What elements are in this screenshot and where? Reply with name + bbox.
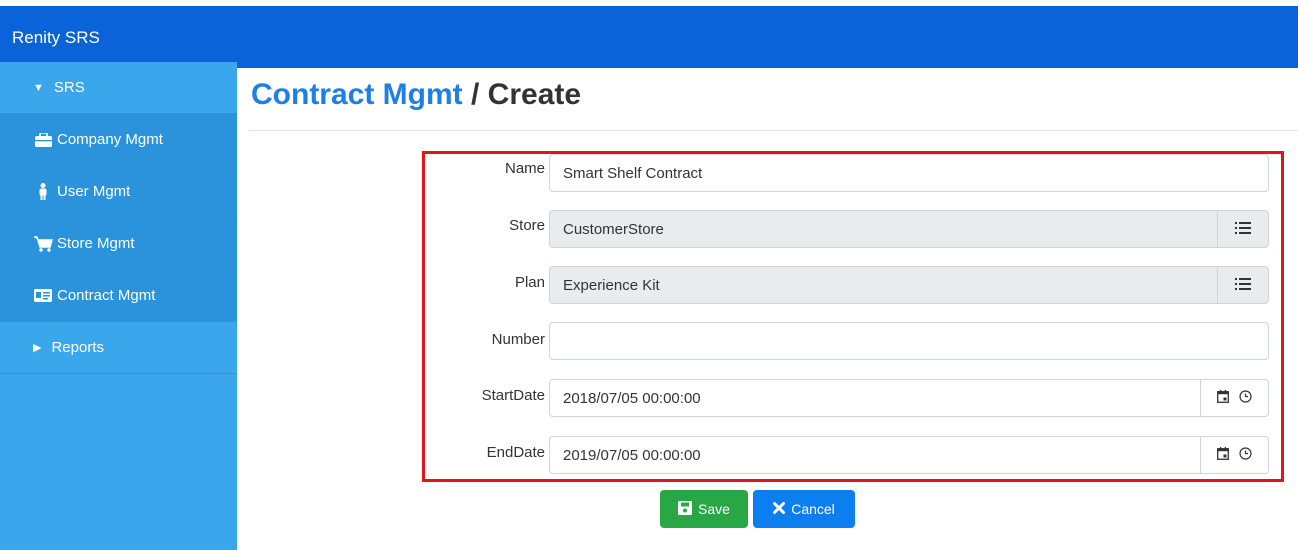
title-divider — [249, 130, 1298, 131]
sidebar-item-store-mgmt[interactable]: Store Mgmt — [0, 218, 237, 270]
calendar-icon[interactable] — [1217, 446, 1229, 464]
calendar-icon[interactable] — [1217, 389, 1229, 407]
sidebar-item-company-mgmt[interactable]: Company Mgmt — [0, 114, 237, 166]
breadcrumb-separator: / — [462, 78, 488, 111]
sidebar-item-label: User Mgmt — [57, 183, 131, 200]
store-value: CustomerStore — [563, 220, 664, 238]
enddate-field[interactable]: 2019/07/05 00:00:00 — [549, 436, 1269, 474]
cancel-label: Cancel — [791, 501, 835, 517]
briefcase-icon — [33, 132, 53, 147]
store-field[interactable]: CustomerStore — [549, 210, 1269, 248]
enddate-label: EndDate — [486, 444, 545, 461]
sidebar-item-reports[interactable]: ▶ Reports — [0, 322, 237, 374]
cart-icon — [33, 235, 53, 252]
sidebar-item-label: Company Mgmt — [57, 131, 163, 148]
user-icon — [33, 183, 53, 200]
clock-icon[interactable] — [1239, 446, 1252, 464]
main-content: Contract Mgmt / Create Name Smart Shelf … — [237, 62, 1298, 550]
plan-field[interactable]: Experience Kit — [549, 266, 1269, 304]
page-title: Contract Mgmt / Create — [251, 78, 581, 112]
enddate-value: 2019/07/05 00:00:00 — [563, 446, 701, 464]
caret-right-icon: ▶ — [33, 342, 42, 354]
name-field[interactable]: Smart Shelf Contract — [549, 154, 1269, 192]
plan-picker-button[interactable] — [1217, 267, 1268, 303]
sidebar-item-label: SRS — [53, 79, 85, 96]
list-icon — [1235, 277, 1251, 294]
store-label: Store — [509, 217, 545, 234]
id-card-icon — [33, 289, 53, 302]
number-label: Number — [491, 331, 545, 348]
save-button[interactable]: Save — [660, 490, 748, 528]
startdate-label: StartDate — [481, 387, 545, 404]
sidebar-item-srs[interactable]: ▼ SRS — [0, 62, 237, 114]
caret-down-icon: ▼ — [33, 81, 44, 94]
sidebar-item-label: Store Mgmt — [57, 235, 135, 252]
sidebar-item-contract-mgmt[interactable]: Contract Mgmt — [0, 270, 237, 322]
brand-title[interactable]: Renity SRS — [12, 28, 100, 48]
save-label: Save — [698, 501, 730, 517]
breadcrumb-current: Create — [487, 78, 582, 111]
plan-value: Experience Kit — [563, 276, 660, 294]
name-label: Name — [504, 160, 545, 177]
top-navbar: Renity SRS — [0, 6, 1298, 68]
clock-icon[interactable] — [1239, 389, 1252, 407]
startdate-picker-addon[interactable] — [1200, 380, 1268, 416]
cancel-button[interactable]: Cancel — [753, 490, 855, 528]
contract-form: Name Smart Shelf Contract Store Customer… — [422, 151, 1284, 482]
enddate-picker-addon[interactable] — [1200, 437, 1268, 473]
plan-label: Plan — [514, 274, 545, 291]
startdate-field[interactable]: 2018/07/05 00:00:00 — [549, 379, 1269, 417]
sidebar-item-user-mgmt[interactable]: User Mgmt — [0, 166, 237, 218]
breadcrumb-contract-mgmt-link[interactable]: Contract Mgmt — [251, 78, 463, 111]
sidebar-item-label: Contract Mgmt — [57, 287, 156, 304]
floppy-disk-icon — [678, 500, 693, 518]
close-icon — [773, 501, 786, 517]
sidebar: ▼ SRS Company Mgmt User Mgmt Store Mgmt … — [0, 62, 237, 550]
sidebar-item-label: Reports — [51, 339, 104, 356]
startdate-value: 2018/07/05 00:00:00 — [563, 389, 701, 407]
name-value: Smart Shelf Contract — [563, 164, 703, 182]
store-picker-button[interactable] — [1217, 211, 1268, 247]
list-icon — [1235, 221, 1251, 238]
number-field[interactable] — [549, 322, 1269, 360]
